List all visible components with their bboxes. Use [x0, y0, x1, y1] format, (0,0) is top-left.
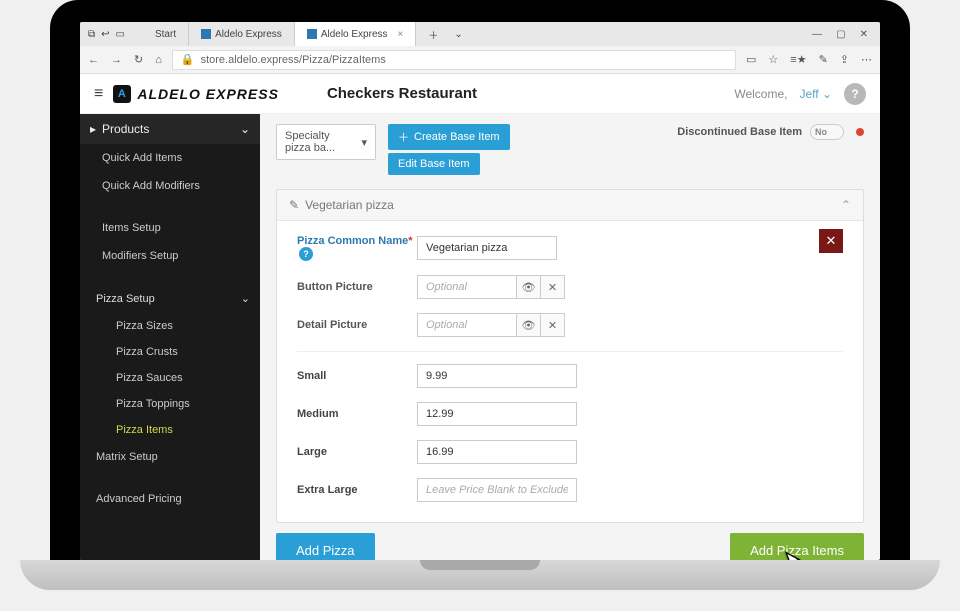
button-picture-label: Button Picture [297, 281, 417, 293]
detail-picture-view-icon[interactable]: 👁 [517, 313, 541, 337]
new-tab-button[interactable]: ＋ [416, 22, 450, 46]
favorite-icon[interactable]: ☆ [768, 53, 778, 66]
edit-icon: ✎ [289, 198, 299, 212]
discontinued-indicator-icon [856, 128, 864, 136]
common-name-input[interactable] [417, 236, 557, 260]
sidebar-item-pizza-sizes[interactable]: Pizza Sizes [80, 313, 260, 339]
browser-tab-2-label: Aldelo Express [321, 29, 388, 40]
url-field[interactable]: 🔒 store.aldelo.express/Pizza/PizzaItems [172, 50, 736, 70]
help-tooltip-icon[interactable]: ? [299, 247, 313, 261]
menu-toggle-icon[interactable]: ≡ [86, 85, 111, 103]
sidebar-item-pizza-items[interactable]: Pizza Items [80, 417, 260, 443]
brand-logo[interactable]: A ALDELO EXPRESS [113, 85, 279, 103]
tabs-dropdown-icon[interactable]: ⌄ [450, 22, 466, 46]
plus-icon: ＋ [398, 129, 409, 145]
sidebar-item-pizza-crusts[interactable]: Pizza Crusts [80, 339, 260, 365]
chevron-down-icon: ▾ [361, 136, 367, 149]
help-icon[interactable]: ? [844, 83, 866, 105]
brand-mark-icon: A [113, 85, 131, 103]
window-sys-icons: ⧉ ↩ ▭ [80, 29, 133, 40]
favorites-list-icon[interactable]: ≡★ [790, 53, 806, 66]
sidebar-section-products[interactable]: ▸Products ⌄ [80, 114, 260, 144]
browser-tab-1[interactable]: Aldelo Express [189, 22, 295, 46]
size-small-label: Small [297, 370, 417, 382]
size-xlarge-label: Extra Large [297, 484, 417, 496]
common-name-label: Pizza Common Name*? [297, 235, 417, 261]
nav-refresh-icon[interactable]: ↻ [134, 53, 143, 66]
reading-view-icon[interactable]: ▭ [746, 53, 756, 66]
start-tab[interactable]: Start [143, 22, 189, 46]
products-icon: ▸ [90, 122, 96, 136]
corner-icon-1[interactable]: ⧉ [88, 29, 95, 40]
edit-base-item-button[interactable]: Edit Base Item [388, 153, 480, 175]
detail-picture-clear-icon[interactable]: ✕ [541, 313, 565, 337]
panel-collapse-icon[interactable]: ⌃ [841, 198, 851, 212]
nav-back-icon[interactable]: ← [88, 54, 99, 66]
window-maximize-icon[interactable]: ▢ [836, 29, 845, 40]
share-icon[interactable]: ⇪ [840, 53, 849, 66]
corner-icon-2[interactable]: ↩ [101, 29, 109, 40]
sidebar-item-quick-add-items[interactable]: Quick Add Items [80, 144, 260, 172]
favicon-1 [201, 29, 211, 39]
app-header: ≡ A ALDELO EXPRESS Checkers Restaurant W… [80, 74, 880, 114]
welcome-text: Welcome, [734, 87, 787, 101]
nav-home-icon[interactable]: ⌂ [155, 54, 162, 66]
create-base-item-button[interactable]: ＋ Create Base Item [388, 124, 510, 150]
discontinued-label: Discontinued Base Item [677, 126, 802, 138]
address-bar: ← → ↻ ⌂ 🔒 store.aldelo.express/Pizza/Piz… [80, 46, 880, 74]
button-picture-clear-icon[interactable]: ✕ [541, 275, 565, 299]
size-medium-label: Medium [297, 408, 417, 420]
panel-header[interactable]: ✎ Vegetarian pizza ⌃ [277, 190, 863, 221]
detail-picture-input[interactable] [417, 313, 517, 337]
button-picture-input[interactable] [417, 275, 517, 299]
sidebar-item-quick-add-modifiers[interactable]: Quick Add Modifiers [80, 172, 260, 200]
close-tab-icon[interactable]: × [398, 29, 404, 40]
sidebar-item-advanced-pricing[interactable]: Advanced Pricing [80, 485, 260, 513]
chevron-down-icon: ⌄ [240, 122, 250, 136]
sidebar-item-modifiers-setup[interactable]: Modifiers Setup [80, 242, 260, 270]
size-large-label: Large [297, 446, 417, 458]
browser-tab-2[interactable]: Aldelo Express × [295, 22, 417, 46]
panel-title: Vegetarian pizza [305, 198, 394, 212]
nav-forward-icon[interactable]: → [111, 54, 122, 66]
pizza-item-panel: ✎ Vegetarian pizza ⌃ ✕ Pizza Common Name… [276, 189, 864, 523]
sidebar-item-items-setup[interactable]: Items Setup [80, 214, 260, 242]
more-icon[interactable]: ⋯ [861, 53, 872, 66]
sidebar-item-pizza-sauces[interactable]: Pizza Sauces [80, 365, 260, 391]
chevron-down-icon: ⌄ [241, 292, 250, 305]
user-dropdown-icon: ⌄ [822, 87, 832, 101]
start-tab-label: Start [155, 29, 176, 40]
sidebar-item-pizza-toppings[interactable]: Pizza Toppings [80, 391, 260, 417]
add-pizza-items-button[interactable]: Add Pizza Items [730, 533, 864, 560]
page-title: Checkers Restaurant [327, 85, 477, 102]
size-large-input[interactable] [417, 440, 577, 464]
divider [297, 351, 843, 352]
url-text: store.aldelo.express/Pizza/PizzaItems [201, 54, 386, 66]
add-pizza-button[interactable]: Add Pizza [276, 533, 375, 560]
browser-tab-1-label: Aldelo Express [215, 29, 282, 40]
window-titlebar: ⧉ ↩ ▭ Start Aldelo Express Aldelo Expres… [80, 22, 880, 46]
detail-picture-label: Detail Picture [297, 319, 417, 331]
sidebar: ▸Products ⌄ Quick Add Items Quick Add Mo… [80, 114, 260, 560]
base-item-select[interactable]: Specialty pizza ba... ▾ [276, 124, 376, 160]
user-name[interactable]: Jeff ⌄ [799, 87, 832, 101]
window-close-icon[interactable]: ✕ [860, 29, 868, 40]
sidebar-section-pizza-setup[interactable]: Pizza Setup ⌄ [80, 284, 260, 313]
sidebar-item-matrix-setup[interactable]: Matrix Setup [80, 443, 260, 471]
size-small-input[interactable] [417, 364, 577, 388]
corner-icon-3[interactable]: ▭ [116, 29, 125, 40]
button-picture-view-icon[interactable]: 👁 [517, 275, 541, 299]
size-medium-input[interactable] [417, 402, 577, 426]
window-minimize-icon[interactable]: — [812, 29, 822, 40]
main-content: Specialty pizza ba... ▾ ＋ Create Base It… [260, 114, 880, 560]
remove-item-button[interactable]: ✕ [819, 229, 843, 253]
discontinued-toggle[interactable]: No [810, 124, 844, 140]
brand-text: ALDELO EXPRESS [137, 86, 279, 102]
lock-icon: 🔒 [181, 53, 195, 66]
pen-icon[interactable]: ✎ [819, 53, 828, 66]
favicon-2 [307, 29, 317, 39]
size-xlarge-input[interactable] [417, 478, 577, 502]
laptop-base [20, 560, 940, 590]
